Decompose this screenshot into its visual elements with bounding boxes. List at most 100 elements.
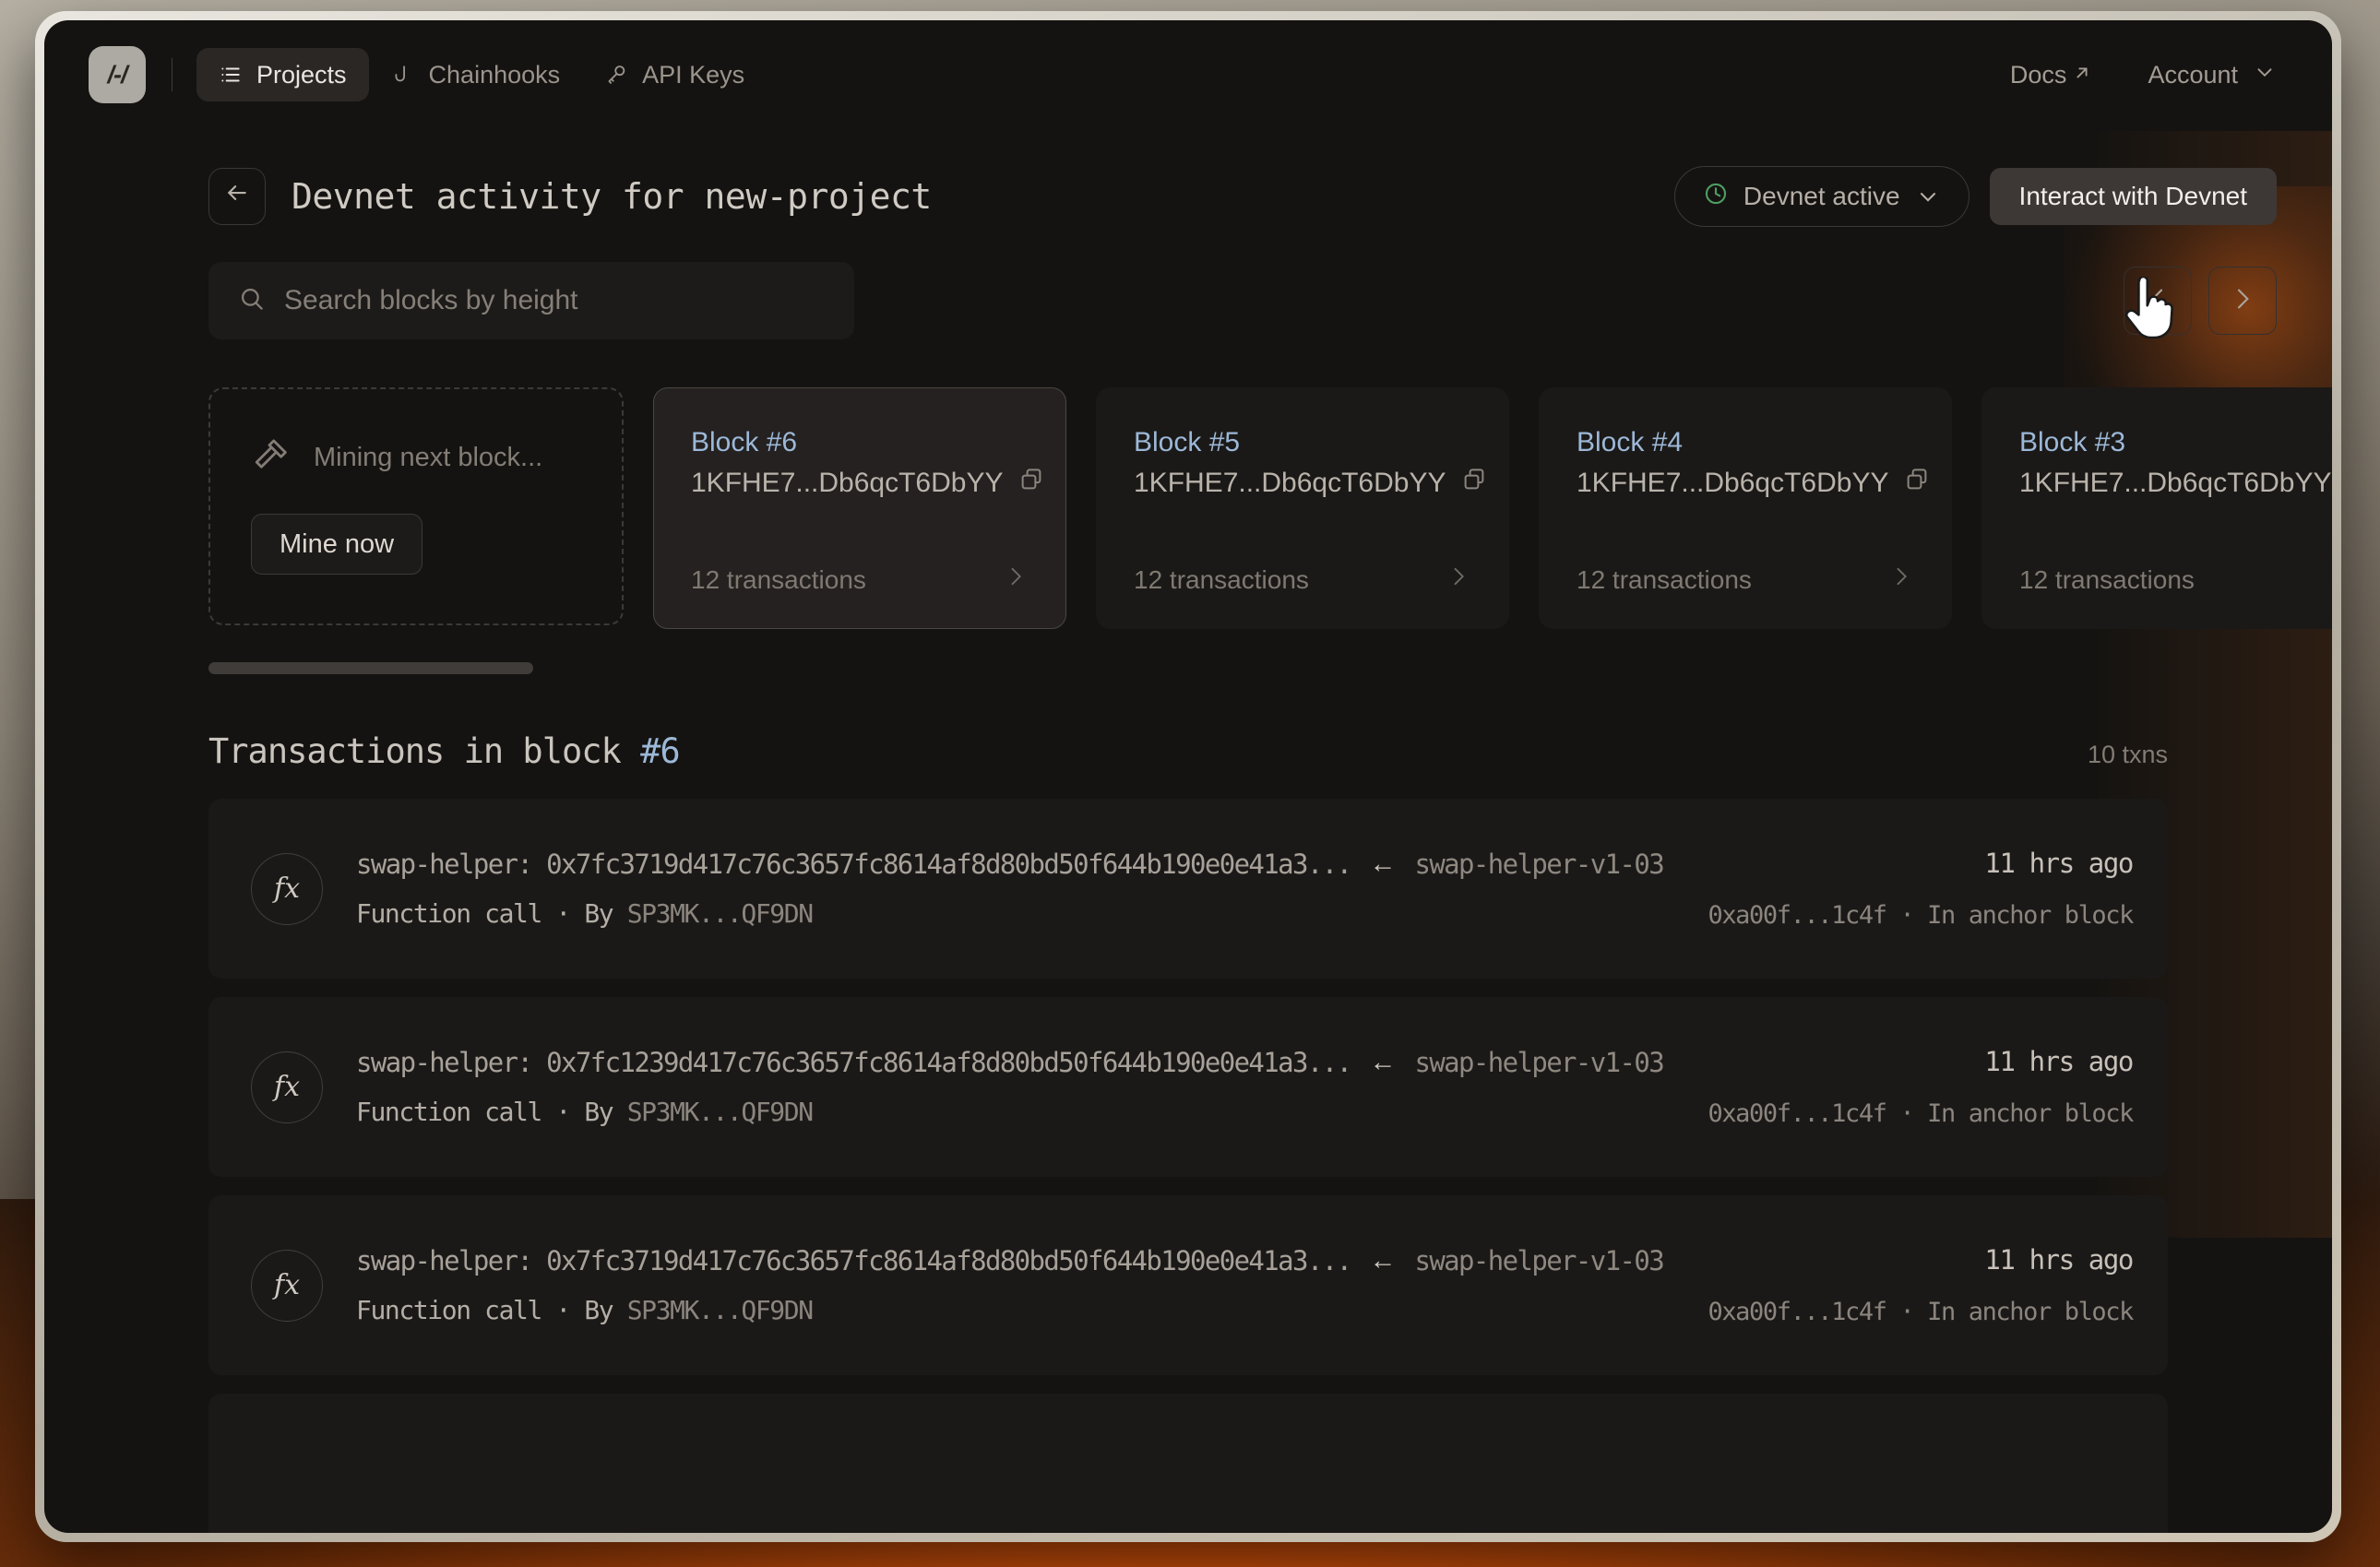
nav-item-chainhooks[interactable]: Chainhooks — [369, 48, 583, 101]
transaction-meta: 11 hrs ago 0xa00f...1c4f · In anchor blo… — [1671, 1046, 2134, 1128]
block-number: Block #3 — [2019, 427, 2126, 457]
search-icon — [238, 285, 266, 317]
transaction-target: swap-helper-v1-03 — [1414, 1245, 1664, 1276]
transactions-list: fx swap-helper: 0x7fc3719d417c76c3657fc8… — [44, 771, 2332, 1533]
nav-item-account[interactable]: Account — [2148, 60, 2277, 90]
mining-status-row: Mining next block... — [251, 435, 581, 481]
block-hash-row: 1KFHE7...Db6qcT6DbYY — [2019, 466, 2332, 501]
transaction-sender: SP3MK...QF9DN — [626, 898, 814, 929]
transaction-timestamp: 11 hrs ago — [1984, 848, 2134, 879]
function-call-icon: fx — [251, 1051, 323, 1123]
nav-label-projects: Projects — [256, 60, 347, 89]
devnet-status-dropdown[interactable]: Devnet active — [1673, 166, 1969, 227]
transaction-body: swap-helper: 0x7fc3719d417c76c3657fc8614… — [356, 849, 1665, 929]
back-button[interactable] — [208, 168, 266, 225]
search-row: Search blocks by height — [44, 227, 2332, 339]
top-navigation-bar: /-/ Projects Chainhooks API Keys Docs Ac… — [44, 20, 2332, 129]
chevron-down-icon — [2253, 60, 2277, 90]
mining-next-block-card: Mining next block... Mine now — [208, 387, 624, 625]
header-actions: Devnet active Interact with Devnet — [1673, 166, 2277, 227]
transaction-meta: 11 hrs ago 0xa00f...1c4f · In anchor blo… — [1671, 1244, 2134, 1326]
blocks-strip-container: Mining next block... Mine now Block #6 1… — [44, 339, 2332, 674]
block-card[interactable]: Block #3 1KFHE7...Db6qcT6DbYY 12 transac… — [1981, 387, 2332, 629]
transaction-row[interactable]: fx swap-helper: 0x7fc3719d417c76c3657fc8… — [208, 799, 2168, 979]
copy-icon[interactable] — [1460, 466, 1488, 501]
blocks-strip: Mining next block... Mine now Block #6 1… — [208, 387, 2332, 629]
search-input[interactable]: Search blocks by height — [208, 262, 854, 339]
interact-with-devnet-button[interactable]: Interact with Devnet — [1989, 168, 2277, 225]
block-number: Block #6 — [691, 427, 798, 457]
next-page-button[interactable] — [2208, 267, 2277, 335]
copy-icon[interactable] — [1017, 466, 1045, 501]
search-placeholder: Search blocks by height — [284, 285, 578, 315]
transaction-sender: SP3MK...QF9DN — [626, 1295, 814, 1325]
desktop-backdrop: /-/ Projects Chainhooks API Keys Docs Ac… — [0, 0, 2380, 1567]
block-card[interactable]: Block #5 1KFHE7...Db6qcT6DbYY 12 transac… — [1096, 387, 1509, 629]
clock-icon — [1703, 181, 1729, 213]
transactions-title-prefix: Transactions in block — [208, 731, 641, 771]
hook-icon — [391, 63, 415, 87]
transaction-subtitle: Function call · By SP3MK...QF9DN — [356, 1097, 1663, 1127]
mine-now-button[interactable]: Mine now — [251, 514, 423, 575]
key-icon — [604, 63, 628, 87]
app-window: /-/ Projects Chainhooks API Keys Docs Ac… — [44, 20, 2332, 1533]
chevron-right-icon[interactable] — [2331, 564, 2332, 597]
block-hash: 1KFHE7...Db6qcT6DbYY — [1577, 468, 1889, 498]
chevron-right-icon[interactable] — [1003, 564, 1029, 597]
chevron-down-icon — [1915, 184, 1941, 209]
nav-divider — [172, 58, 173, 91]
transaction-timestamp: 11 hrs ago — [1984, 1046, 2134, 1077]
transaction-title-row: swap-helper: 0x7fc1239d417c76c3657fc8614… — [356, 1047, 1665, 1078]
logo-glyph: /-/ — [107, 60, 128, 89]
mining-status-text: Mining next block... — [314, 443, 543, 472]
previous-page-button[interactable] — [2124, 267, 2192, 335]
nav-label-api-keys: API Keys — [642, 60, 745, 89]
app-logo[interactable]: /-/ — [89, 46, 146, 103]
nav-item-docs[interactable]: Docs — [2010, 61, 2093, 89]
arrow-left-icon: ← — [1369, 1245, 1397, 1276]
devnet-status-label: Devnet active — [1743, 182, 1900, 210]
block-footer: 12 transactions — [1134, 564, 1471, 597]
hammer-icon — [251, 435, 292, 481]
transaction-body: swap-helper: 0x7fc3719d417c76c3657fc8614… — [356, 1245, 1665, 1325]
block-number: Block #5 — [1134, 427, 1241, 457]
transactions-title: Transactions in block #6 — [208, 731, 681, 771]
chevron-right-icon[interactable] — [1446, 564, 1471, 597]
block-transactions-count: 12 transactions — [1134, 565, 1309, 594]
transaction-target: swap-helper-v1-03 — [1414, 1047, 1664, 1078]
block-card[interactable]: Block #6 1KFHE7...Db6qcT6DbYY 12 transac… — [653, 387, 1066, 629]
transaction-body: swap-helper: 0x7fc1239d417c76c3657fc8614… — [356, 1047, 1665, 1127]
transaction-row[interactable] — [208, 1394, 2168, 1533]
fx-glyph: fx — [273, 1071, 301, 1103]
block-hash: 1KFHE7...Db6qcT6DbYY — [2019, 468, 2332, 498]
transaction-meta: 11 hrs ago 0xa00f...1c4f · In anchor blo… — [1671, 848, 2134, 930]
block-footer: 12 transactions — [691, 564, 1029, 597]
nav-label-chainhooks: Chainhooks — [428, 60, 561, 89]
arrow-left-icon — [223, 179, 251, 214]
copy-icon[interactable] — [1903, 466, 1931, 501]
chevron-right-icon[interactable] — [1888, 564, 1914, 597]
transaction-row[interactable]: fx swap-helper: 0x7fc3719d417c76c3657fc8… — [208, 1195, 2168, 1375]
pagination-controls — [2124, 267, 2277, 335]
arrow-left-icon: ← — [1369, 849, 1397, 879]
transaction-title-row: swap-helper: 0x7fc3719d417c76c3657fc8614… — [356, 849, 1665, 880]
nav-item-projects[interactable]: Projects — [196, 48, 369, 101]
transaction-kind: Function call · By — [356, 1295, 627, 1325]
transaction-subtitle: Function call · By SP3MK...QF9DN — [356, 898, 1663, 929]
fx-glyph: fx — [273, 873, 301, 905]
blocks-horizontal-scrollbar[interactable] — [208, 662, 533, 674]
chevron-left-icon — [2143, 284, 2172, 318]
transaction-sender: SP3MK...QF9DN — [626, 1097, 814, 1127]
block-hash: 1KFHE7...Db6qcT6DbYY — [691, 468, 1004, 498]
transaction-row[interactable]: fx swap-helper: 0x7fc1239d417c76c3657fc8… — [208, 997, 2168, 1177]
function-call-icon: fx — [251, 1249, 323, 1322]
transactions-count: 10 txns — [2087, 741, 2168, 768]
transaction-title: swap-helper: 0x7fc3719d417c76c3657fc8614… — [356, 849, 1352, 880]
block-card[interactable]: Block #4 1KFHE7...Db6qcT6DbYY 12 transac… — [1539, 387, 1952, 629]
transaction-kind: Function call · By — [356, 1097, 627, 1127]
transaction-kind: Function call · By — [356, 898, 627, 929]
list-icon — [219, 63, 243, 87]
block-footer: 12 transactions — [2019, 564, 2332, 597]
nav-item-api-keys[interactable]: API Keys — [582, 48, 767, 101]
block-transactions-count: 12 transactions — [1577, 565, 1752, 594]
